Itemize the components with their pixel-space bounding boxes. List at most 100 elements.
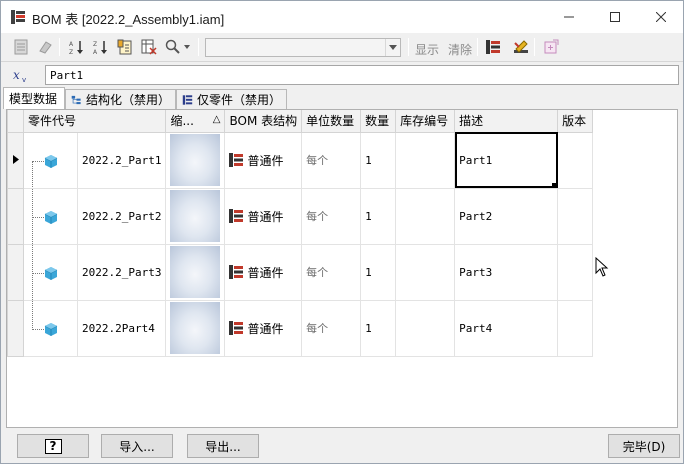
- customize-button[interactable]: [511, 37, 531, 57]
- row-indicator[interactable]: [7, 299, 24, 357]
- column-header-revision[interactable]: 版本: [557, 110, 594, 133]
- done-button[interactable]: 完毕(D): [608, 434, 680, 458]
- revision-cell[interactable]: [557, 131, 594, 189]
- thumbnail-cell[interactable]: [165, 187, 226, 245]
- column-chooser-icon: [141, 39, 157, 55]
- column-header-bom-structure[interactable]: BOM 表结构: [224, 110, 303, 133]
- mouse-cursor-icon: [595, 257, 609, 277]
- bom-settings-button[interactable]: [483, 37, 503, 57]
- svg-text:v: v: [22, 76, 26, 83]
- thumbnail-cell[interactable]: [165, 243, 226, 301]
- add-custom-part-icon: [544, 39, 559, 54]
- column-header-part-number[interactable]: 零件代号: [22, 110, 167, 133]
- bom-structure-cell[interactable]: 普通件: [224, 243, 303, 301]
- import-button[interactable]: 导入...: [101, 434, 173, 458]
- table-row[interactable]: 2022.2_Part3 普通件 每个 1 Part3: [7, 243, 594, 301]
- function-button[interactable]: x v: [10, 65, 34, 85]
- tree-cell[interactable]: [23, 131, 78, 189]
- show-button[interactable]: 显示: [415, 41, 439, 58]
- clipboard-number-icon: [117, 39, 132, 55]
- bom-structure-value: 普通件: [247, 265, 284, 280]
- unit-qty-cell[interactable]: 每个: [301, 299, 362, 357]
- copy-button[interactable]: [35, 37, 55, 57]
- qty-cell[interactable]: 1: [360, 243, 397, 301]
- row-indicator[interactable]: [7, 131, 24, 189]
- tree-cell[interactable]: [23, 299, 78, 357]
- clear-button[interactable]: 清除: [448, 41, 472, 58]
- renumber-button[interactable]: [115, 37, 135, 57]
- tab-model-data[interactable]: 模型数据: [3, 87, 65, 109]
- part-thumbnail: [170, 246, 221, 298]
- tab-parts-only[interactable]: 仅零件（禁用）: [176, 89, 287, 109]
- stock-number-cell[interactable]: [395, 187, 456, 245]
- bom-structure-cell[interactable]: 普通件: [224, 131, 303, 189]
- svg-text:A: A: [93, 49, 98, 55]
- revision-cell[interactable]: [557, 187, 594, 245]
- export-button[interactable]: 导出...: [187, 434, 259, 458]
- tab-structured[interactable]: 结构化（禁用）: [65, 89, 176, 109]
- close-button[interactable]: [638, 1, 683, 33]
- thumbnail-cell[interactable]: [165, 299, 226, 357]
- qty-cell[interactable]: 1: [360, 131, 397, 189]
- bom-tabs: 模型数据 结构化（禁用） 仅零件（禁用）: [1, 87, 683, 109]
- table-row[interactable]: 2022.2Part4 普通件 每个 1 Part4: [7, 299, 594, 357]
- tree-cell[interactable]: [23, 243, 78, 301]
- choose-columns-button[interactable]: [139, 37, 159, 57]
- toolbar-separator: [59, 38, 60, 56]
- svg-text:x: x: [13, 68, 20, 82]
- tab-label: 模型数据: [9, 92, 58, 106]
- row-indicator[interactable]: [7, 243, 24, 301]
- column-header-qty[interactable]: 数量: [360, 110, 397, 133]
- toolbar-separator: [477, 38, 478, 56]
- tree-cell[interactable]: [23, 187, 78, 245]
- column-header-stock-number[interactable]: 库存编号: [395, 110, 456, 133]
- part-number-cell[interactable]: 2022.2_Part2: [76, 187, 167, 245]
- qty-cell[interactable]: 1: [360, 299, 397, 357]
- add-custom-part-button[interactable]: [541, 37, 561, 57]
- part-number-field[interactable]: Part1: [45, 65, 679, 85]
- maximize-button[interactable]: [592, 1, 638, 33]
- part-number-cell[interactable]: 2022.2_Part1: [76, 131, 167, 189]
- description-cell[interactable]: Part3: [454, 243, 559, 301]
- title-bar: BOM 表 [2022.2_Assembly1.iam]: [1, 1, 683, 33]
- description-cell[interactable]: Part4: [454, 299, 559, 357]
- close-icon: [656, 12, 666, 22]
- bom-structure-value: 普通件: [247, 153, 284, 168]
- table-row[interactable]: 2022.2_Part1 普通件 每个 1 Part1: [7, 131, 594, 189]
- help-button[interactable]: ?: [17, 434, 89, 458]
- view-filter-combo[interactable]: [205, 38, 401, 57]
- toolbar-separator: [198, 38, 199, 56]
- sort-descending-button[interactable]: Z A: [91, 37, 111, 57]
- minimize-button[interactable]: [546, 1, 592, 33]
- tab-label: 仅零件（禁用）: [196, 93, 281, 107]
- table-row[interactable]: 2022.2_Part2 普通件 每个 1 Part2: [7, 187, 594, 245]
- unit-qty-cell[interactable]: 每个: [301, 131, 362, 189]
- maximize-icon: [610, 12, 620, 22]
- bom-structure-cell[interactable]: 普通件: [224, 187, 303, 245]
- export-bom-button[interactable]: [11, 37, 31, 57]
- unit-qty-cell[interactable]: 每个: [301, 243, 362, 301]
- unit-qty-cell[interactable]: 每个: [301, 187, 362, 245]
- description-cell[interactable]: Part2: [454, 187, 559, 245]
- bom-structure-icon: [486, 40, 500, 54]
- thumbnail-cell[interactable]: [165, 131, 226, 189]
- row-indicator[interactable]: [7, 187, 24, 245]
- help-icon: ?: [44, 438, 62, 454]
- description-cell[interactable]: Part1: [454, 131, 559, 189]
- revision-cell[interactable]: [557, 243, 594, 301]
- find-button[interactable]: [163, 37, 193, 57]
- part-number-cell[interactable]: 2022.2_Part3: [76, 243, 167, 301]
- stock-number-cell[interactable]: [395, 131, 456, 189]
- column-header-thumbnail[interactable]: 缩... △: [165, 110, 226, 133]
- part-number-cell[interactable]: 2022.2Part4: [76, 299, 167, 357]
- chevron-down-icon[interactable]: [385, 39, 400, 56]
- sort-ascending-button[interactable]: A Z: [67, 37, 87, 57]
- bom-structure-cell[interactable]: 普通件: [224, 299, 303, 357]
- stock-number-cell[interactable]: [395, 299, 456, 357]
- column-header-description[interactable]: 描述: [454, 110, 559, 133]
- column-header-unit-qty[interactable]: 单位数量: [301, 110, 362, 133]
- grid-header-row: 零件代号 缩... △ BOM 表结构 单位数量 数量 库存编号 描述 版本: [7, 110, 594, 133]
- stock-number-cell[interactable]: [395, 243, 456, 301]
- qty-cell[interactable]: 1: [360, 187, 397, 245]
- revision-cell[interactable]: [557, 299, 594, 357]
